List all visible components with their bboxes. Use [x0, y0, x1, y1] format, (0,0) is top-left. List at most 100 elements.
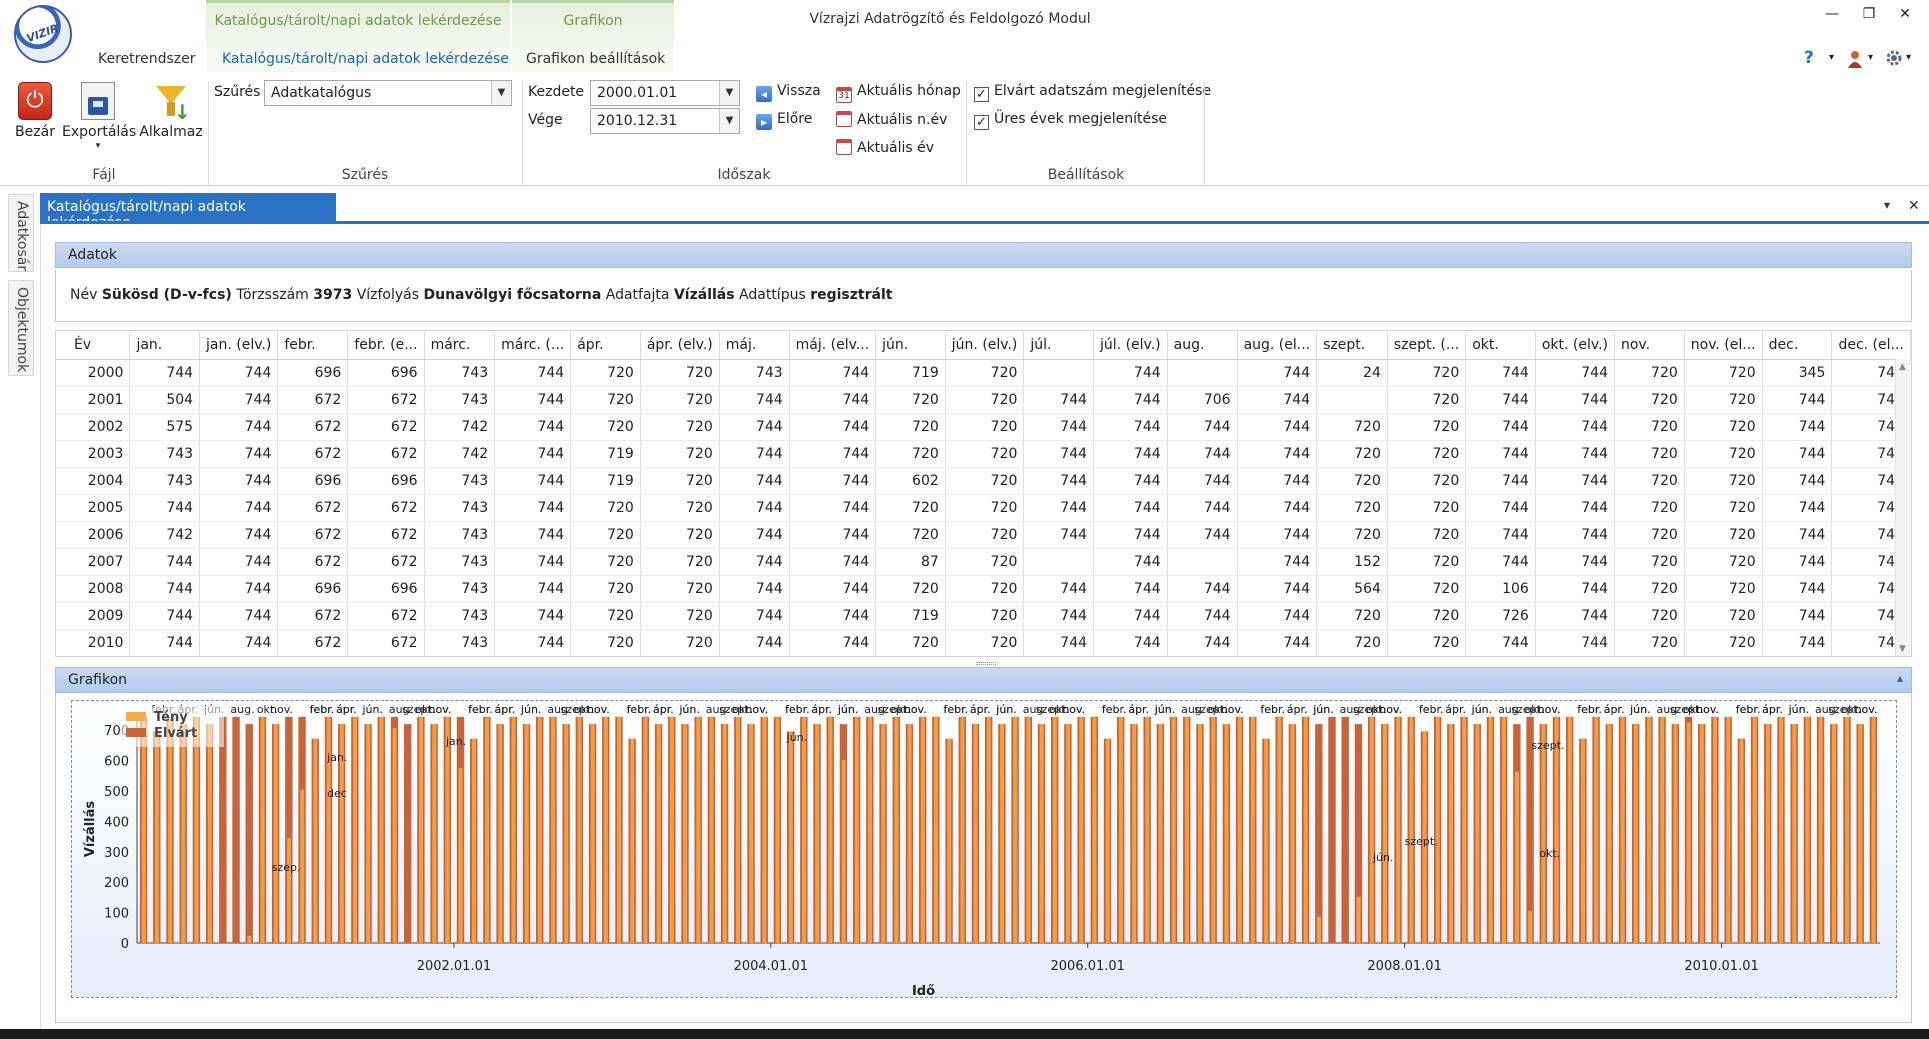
table-cell[interactable]: 720 — [1684, 440, 1763, 468]
table-cell[interactable]: 720 — [945, 440, 1025, 468]
table-cell[interactable]: 744 — [789, 359, 877, 387]
table-cell[interactable]: 744 — [1762, 629, 1833, 656]
table-cell[interactable]: 743 — [719, 359, 790, 387]
table-cell[interactable]: 743 — [424, 467, 496, 495]
table-cell[interactable]: 720 — [945, 548, 1025, 576]
column-header[interactable]: jan. — [129, 331, 201, 360]
table-cell[interactable]: 720 — [570, 386, 641, 414]
table-cell[interactable]: 720 — [1614, 467, 1685, 495]
table-cell[interactable]: 744 — [1535, 359, 1615, 387]
table-cell[interactable]: 672 — [277, 629, 349, 656]
column-header[interactable]: ápr. — [570, 331, 641, 360]
table-cell[interactable]: 696 — [277, 575, 349, 603]
table-cell[interactable]: 744 — [1237, 521, 1318, 549]
table-cell[interactable]: 742 — [424, 440, 496, 468]
table-cell[interactable]: 720 — [640, 521, 720, 549]
end-date-field[interactable]: 2010.12.31 ▼ — [590, 108, 740, 134]
user-icon[interactable] — [1847, 50, 1863, 68]
table-cell[interactable]: 744 — [494, 629, 572, 656]
table-cell[interactable]: 720 — [1614, 548, 1685, 576]
column-header[interactable]: nov. (el... — [1684, 331, 1763, 360]
table-cell[interactable]: 672 — [347, 440, 425, 468]
table-cell[interactable]: 744 — [1465, 440, 1536, 468]
table-cell[interactable]: 2009 — [56, 602, 131, 630]
table-cell[interactable]: 744 — [1093, 629, 1168, 656]
table-cell[interactable]: 744 — [1023, 575, 1095, 603]
chevron-down-icon[interactable]: ▼ — [491, 81, 511, 105]
table-cell[interactable]: 743 — [424, 386, 496, 414]
table-cell[interactable]: 744 — [129, 575, 201, 603]
table-cell[interactable]: 720 — [945, 386, 1025, 414]
table-cell[interactable]: 744 — [129, 359, 201, 387]
table-cell[interactable]: 744 — [1465, 413, 1536, 441]
table-cell[interactable]: 720 — [640, 440, 720, 468]
table-cell[interactable]: 744 — [1762, 413, 1833, 441]
column-header[interactable]: júl. — [1023, 331, 1095, 360]
table-cell[interactable]: 744 — [1093, 521, 1168, 549]
column-header[interactable]: okt. — [1465, 331, 1536, 360]
table-cell[interactable]: 744 — [1237, 629, 1318, 656]
table-cell[interactable]: 672 — [347, 413, 425, 441]
chevron-down-icon[interactable]: ▼ — [719, 81, 739, 105]
side-tab-objektumok[interactable]: Objektumok — [8, 280, 34, 376]
help-dropdown-arrow[interactable]: ▾ — [1829, 52, 1834, 63]
column-header[interactable]: ápr. (elv.) — [640, 331, 720, 360]
table-cell[interactable]: 719 — [875, 359, 946, 387]
table-cell[interactable]: 720 — [570, 494, 641, 522]
table-cell[interactable]: 720 — [640, 602, 720, 630]
table-cell[interactable]: 744 — [1535, 629, 1615, 656]
table-cell[interactable]: 744 — [1535, 440, 1615, 468]
tab-catalog-query[interactable]: Katalógus/tárolt/napi adatok lekérdezése — [222, 51, 509, 67]
table-cell[interactable]: 744 — [1465, 629, 1536, 656]
table-cell[interactable]: 744 — [494, 440, 572, 468]
table-cell[interactable]: 672 — [347, 602, 425, 630]
settings-dropdown-arrow[interactable]: ▾ — [1906, 52, 1911, 63]
table-cell[interactable]: 744 — [1762, 521, 1833, 549]
table-cell[interactable]: 743 — [424, 575, 496, 603]
table-cell[interactable]: 744 — [1465, 386, 1536, 414]
table-row[interactable]: 2009 744 744 672 672 743 744 720 720 744 744 719 720… — [56, 602, 1911, 630]
table-cell[interactable]: 744 — [1237, 359, 1318, 387]
table-cell[interactable]: 744 — [129, 629, 201, 656]
table-cell[interactable]: 744 — [494, 602, 572, 630]
table-cell[interactable]: 744 — [1762, 440, 1833, 468]
table-cell[interactable]: 744 — [1167, 575, 1238, 603]
table-cell[interactable]: 742 — [129, 521, 201, 549]
table-cell[interactable]: 720 — [945, 629, 1025, 656]
table-cell[interactable]: 744 — [494, 467, 572, 495]
table-cell[interactable]: 720 — [875, 494, 946, 522]
table-cell[interactable]: 672 — [347, 386, 425, 414]
table-cell[interactable]: 720 — [945, 521, 1025, 549]
table-cell[interactable]: 720 — [1316, 413, 1388, 441]
table-cell[interactable]: 720 — [875, 440, 946, 468]
table-cell[interactable]: 744 — [1465, 359, 1536, 387]
table-cell[interactable]: 720 — [945, 413, 1025, 441]
table-cell[interactable]: 744 — [494, 575, 572, 603]
table-cell[interactable] — [1023, 359, 1095, 387]
column-header[interactable]: márc. — [424, 331, 496, 360]
table-cell[interactable]: 744 — [1167, 602, 1238, 630]
table-cell[interactable]: 720 — [1684, 548, 1763, 576]
column-header[interactable]: jún. — [875, 331, 946, 360]
table-cell[interactable]: 2000 — [56, 359, 131, 387]
table-cell[interactable]: 744 — [199, 629, 279, 656]
table-cell[interactable]: 744 — [199, 575, 279, 603]
table-cell[interactable]: 744 — [1023, 602, 1095, 630]
table-cell[interactable]: 2007 — [56, 548, 131, 576]
column-header[interactable]: febr. (e... — [347, 331, 425, 360]
table-cell[interactable]: 720 — [945, 602, 1025, 630]
back-button[interactable]: ◂ Vissza — [756, 83, 821, 105]
table-cell[interactable]: 744 — [719, 386, 790, 414]
table-row[interactable]: 2003 743 744 672 672 742 744 719 720 744 744 720 720… — [56, 440, 1911, 468]
table-row[interactable]: 2002 575 744 672 672 742 744 720 720 744 744 720 720… — [56, 413, 1911, 441]
table-cell[interactable]: 744 — [789, 386, 877, 414]
table-cell[interactable]: 744 — [494, 359, 572, 387]
table-cell[interactable]: 720 — [1387, 629, 1467, 656]
column-header[interactable]: márc. (... — [494, 331, 572, 360]
table-cell[interactable]: 720 — [1316, 629, 1388, 656]
filter-select[interactable]: Adatkatalógus ▼ — [264, 80, 512, 106]
table-cell[interactable]: 696 — [347, 467, 425, 495]
table-row[interactable]: 2001 504 744 672 672 743 744 720 720 744 744 720 720… — [56, 386, 1911, 414]
table-cell[interactable]: 744 — [1023, 386, 1095, 414]
table-cell[interactable]: 744 — [199, 521, 279, 549]
